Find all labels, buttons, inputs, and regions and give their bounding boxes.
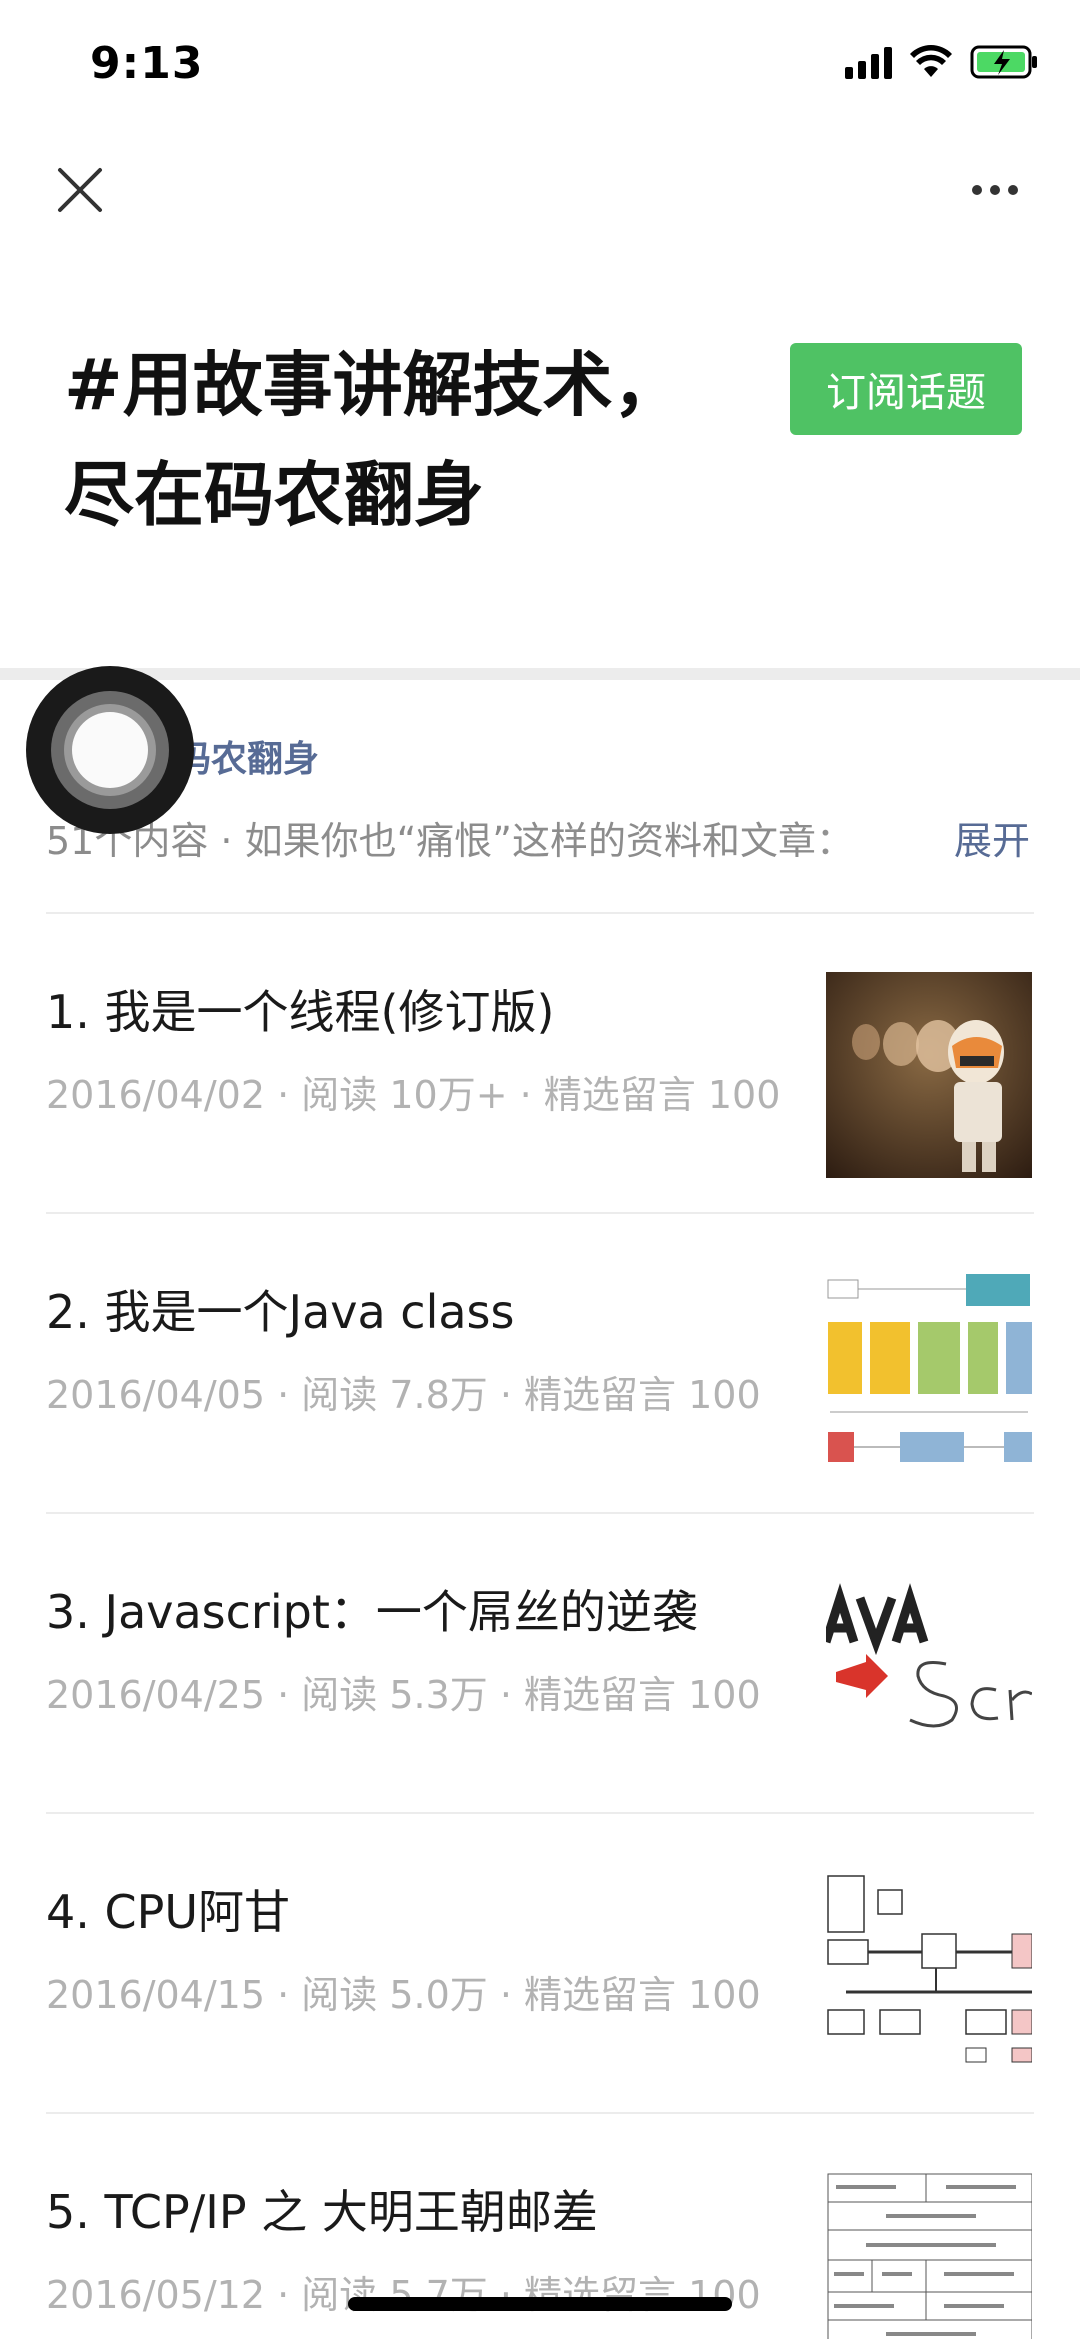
more-dot-icon <box>990 185 1000 195</box>
article-list: 1. 我是一个线程(修订版) 2016/04/02 · 阅读 10万+ · 精选… <box>0 912 1080 2339</box>
more-options-button[interactable] <box>960 160 1030 220</box>
article-meta: 2016/04/02 · 阅读 10万+ · 精选留言 100 <box>46 1073 781 1117</box>
lego-trooper-image <box>826 972 1032 1178</box>
close-button[interactable] <box>50 160 110 220</box>
status-time: 9:13 <box>90 38 204 89</box>
assistive-touch-button[interactable] <box>26 666 194 834</box>
status-icons <box>845 44 1040 80</box>
nav-bar <box>0 130 1080 250</box>
cellular-signal-icon <box>845 45 892 79</box>
close-icon <box>58 168 102 212</box>
article-item[interactable]: 3. Javascript：一个屌丝的逆袭 2016/04/25 · 阅读 5.… <box>46 1512 1034 1812</box>
article-title: 5. TCP/IP 之 大明王朝邮差 <box>46 2185 598 2239</box>
article-item[interactable]: 4. CPU阿甘 2016/04/15 · 阅读 5.0万 · 精选留言 100 <box>46 1812 1034 2112</box>
more-dot-icon <box>1008 185 1018 195</box>
battery-charging-icon <box>970 45 1037 79</box>
article-title: 1. 我是一个线程(修订版) <box>46 985 555 1039</box>
topic-summary: 51个内容 · 如果你也“痛恨”这样的资料和文章： <box>46 819 854 863</box>
cpu-architecture-image <box>826 1872 1032 2078</box>
article-title: 2. 我是一个Java class <box>46 1285 515 1339</box>
topic-title: #用故事讲解技术，尽在码农翻身 <box>64 344 683 536</box>
article-item[interactable]: 1. 我是一个线程(修订版) 2016/04/02 · 阅读 10万+ · 精选… <box>46 912 1034 1212</box>
article-title: 3. Javascript：一个屌丝的逆袭 <box>46 1585 698 1639</box>
article-item[interactable]: 2. 我是一个Java class 2016/04/05 · 阅读 7.8万 ·… <box>46 1212 1034 1512</box>
status-bar: 9:13 <box>0 0 1080 130</box>
home-indicator[interactable] <box>348 2297 732 2311</box>
jvm-diagram-image <box>826 1272 1032 1478</box>
section-divider <box>0 668 1080 680</box>
article-meta: 2016/04/15 · 阅读 5.0万 · 精选留言 100 <box>46 1973 761 2017</box>
expand-link[interactable]: 展开 <box>954 810 1030 865</box>
article-title: 4. CPU阿甘 <box>46 1885 291 1939</box>
wifi-icon <box>910 45 952 77</box>
article-meta: 2016/04/25 · 阅读 5.3万 · 精选留言 100 <box>46 1673 761 1717</box>
account-name[interactable]: 码农翻身 <box>175 730 319 782</box>
java-to-script-image <box>826 1572 1032 1778</box>
article-meta: 2016/04/05 · 阅读 7.8万 · 精选留言 100 <box>46 1373 761 1417</box>
tcp-header-image <box>826 2172 1032 2339</box>
topic-summary-row: 51个内容 · 如果你也“痛恨”这样的资料和文章： 展开 <box>46 810 1046 870</box>
more-dot-icon <box>972 185 982 195</box>
subscribe-topic-button[interactable]: 订阅话题 <box>790 343 1022 435</box>
